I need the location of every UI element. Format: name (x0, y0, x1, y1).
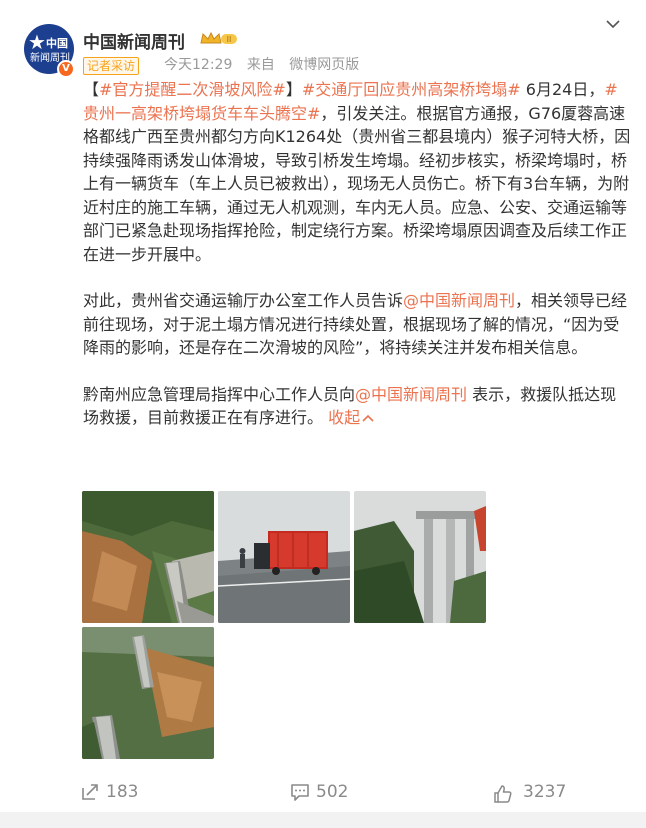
post-body: 【#官方提醒二次滑坡风险#】#交通厅回应贵州高架桥垮塌# 6月24日，#贵州一高… (83, 78, 631, 430)
comment-button[interactable]: 502 (290, 780, 370, 804)
collapsed-bridge-aerial-photo[interactable] (82, 627, 214, 759)
post-meta: 今天12:29 来自 微博网页版 (164, 55, 369, 75)
verified-badge-icon: V (57, 60, 75, 78)
username[interactable]: 中国新闻周刊 (83, 32, 185, 54)
post-time[interactable]: 今天12:29 (164, 57, 232, 73)
repost-icon (82, 784, 98, 800)
repost-count: 183 (106, 782, 139, 802)
post-paragraph-2: 对此，贵州省交通运输厅办公室工作人员告诉@中国新闻周刊，相关领导已经前往现场，对… (83, 289, 631, 360)
source-prefix: 来自 (246, 57, 275, 73)
post-paragraph-3: 黔南州应急管理局指挥中心工作人员向@中国新闻周刊 表示，救援队抵达现场救援，目前… (83, 383, 631, 430)
reporter-interview-badge: 记者采访 (83, 57, 140, 75)
comment-count: 502 (316, 782, 349, 802)
svg-text:II: II (227, 35, 232, 44)
avatar-text-line1: 中国 (46, 37, 68, 50)
mention-link[interactable]: @中国新闻周刊 (403, 291, 515, 310)
truck-on-bridge-edge-photo[interactable] (218, 491, 350, 623)
chevron-down-icon[interactable] (605, 16, 621, 32)
post-paragraph-1: 【#官方提醒二次滑坡风险#】#交通厅回应贵州高架桥垮塌# 6月24日，#贵州一高… (83, 78, 631, 266)
post-text: 6月24日， (520, 80, 605, 99)
post-source: 微博网页版 (289, 57, 360, 73)
comment-icon (291, 784, 309, 801)
crown-icon: II (200, 31, 237, 44)
post-text: ，引发关注。根据官方通报，G76厦蓉高速格都线广西至贵州都匀方向K1264处（贵… (83, 103, 631, 264)
landslide-aerial-photo[interactable] (82, 491, 214, 623)
post-text: 黔南州应急管理局指挥中心工作人员向 (83, 384, 356, 404)
star-logo-icon: ★ (28, 30, 46, 54)
post-text: 对此，贵州省交通运输厅办公室工作人员告诉 (83, 291, 404, 310)
like-button[interactable]: 3237 (493, 780, 583, 804)
bracket-close: 】 (285, 80, 302, 99)
bottom-divider (0, 812, 646, 828)
mention-link[interactable]: @中国新闻周刊 (355, 385, 467, 404)
like-count: 3237 (523, 782, 567, 802)
collapse-link[interactable]: 收起 (328, 408, 374, 427)
chevron-up-icon (362, 414, 374, 422)
repost-button[interactable]: 183 (80, 780, 160, 804)
topic-link-second-landslide[interactable]: #官方提醒二次滑坡风险# (99, 80, 286, 99)
like-icon (494, 785, 512, 803)
action-bar: 183 502 3237 (0, 772, 646, 812)
weibo-post-card: ★ 中国 新闻周刊 V 中国新闻周刊 II 记者采访 今天12:29 来自 微博… (0, 0, 646, 828)
topic-link-transport-dept[interactable]: #交通厅回应贵州高架桥垮塌# (302, 80, 521, 99)
bracket-open: 【 (83, 80, 100, 99)
photo-grid (82, 491, 492, 761)
bridge-piers-photo[interactable] (354, 491, 486, 623)
